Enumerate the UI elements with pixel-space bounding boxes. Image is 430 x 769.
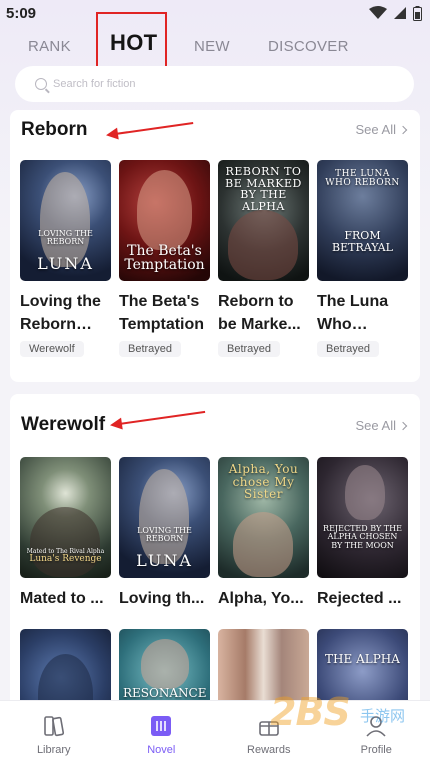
nav-label: Novel <box>147 744 176 756</box>
cover-text: Luna's Revenge <box>29 553 102 564</box>
see-all-button[interactable]: See All <box>355 122 408 137</box>
cover-text: LUNA <box>37 254 94 274</box>
book-cover <box>20 629 111 700</box>
book-row: RESONANCE THE ALPHA <box>20 629 408 700</box>
search-input[interactable]: Search for fiction <box>15 66 414 102</box>
cover-text: The Beta's Temptation <box>124 242 205 274</box>
cover-top-text: LOVING THE REBORN <box>137 526 192 544</box>
cover-top-text: LOVING THE REBORN <box>38 229 93 247</box>
watermark-logo: 2BS <box>270 690 351 734</box>
cover-text: LUNA <box>136 551 193 571</box>
nav-library[interactable]: Library <box>0 701 108 769</box>
library-icon <box>43 716 64 737</box>
cover-top-text: REBORN TO BE MARKED BY THE ALPHA <box>225 165 302 213</box>
section-title: Werewolf <box>21 414 106 435</box>
book-title: Alpha, Yo... <box>218 590 304 607</box>
nav-label: Profile <box>360 744 392 756</box>
tab-new[interactable]: NEW <box>194 38 230 55</box>
search-placeholder: Search for fiction <box>53 78 136 90</box>
battery-icon <box>413 5 422 21</box>
book-cover: RESONANCE <box>119 629 210 700</box>
cover-top-text: THE LUNA WHO REBORN <box>325 169 400 189</box>
book-cover: REBORN TO BE MARKED BY THE ALPHA <box>218 160 309 281</box>
novel-icon <box>151 716 172 736</box>
see-all-label: See All <box>355 122 396 137</box>
section-reborn: Reborn See All LOVING THE REBORN LUNA Lo… <box>10 110 420 382</box>
book-title: The Beta's Temptation <box>119 293 205 333</box>
section-werewolf: Werewolf See All Mated to The Rival Alph… <box>10 394 420 700</box>
book-cover: The Beta's Temptation <box>119 160 210 281</box>
book-cover: LOVING THE REBORN LUNA <box>20 160 111 281</box>
tab-discover[interactable]: DISCOVER <box>268 38 349 55</box>
book-card[interactable]: Alpha, You chose My Sister Alpha, Yo... <box>218 457 309 610</box>
tab-rank[interactable]: RANK <box>28 38 71 55</box>
book-card[interactable]: Mated to The Rival Alpha Luna's Revenge … <box>20 457 111 610</box>
status-time: 5:09 <box>6 4 37 22</box>
book-card[interactable]: The Beta's Temptation The Beta's Temptat… <box>119 160 210 357</box>
cover-text: FROM BETRAYAL <box>332 229 393 254</box>
cover-text: REJECTED BY THE ALPHA CHOSEN BY THE MOON <box>323 524 402 550</box>
book-cover: REJECTED BY THE ALPHA CHOSEN BY THE MOON <box>317 457 408 578</box>
book-title: Rejected ... <box>317 590 402 607</box>
book-card[interactable] <box>20 629 111 700</box>
top-tabs: RANK HOT NEW DISCOVER <box>0 26 430 78</box>
book-cover: Mated to The Rival Alpha Luna's Revenge <box>20 457 111 578</box>
nav-label: Rewards <box>247 744 291 756</box>
content-scroll[interactable]: Reborn See All LOVING THE REBORN LUNA Lo… <box>0 110 430 700</box>
book-row: Mated to The Rival Alpha Luna's Revenge … <box>20 457 408 610</box>
book-title: Loving th... <box>119 590 205 607</box>
nav-label: Library <box>36 744 71 756</box>
book-title: The Luna Who Rebo... <box>317 293 389 333</box>
wifi-icon <box>369 6 387 19</box>
cover-text: THE ALPHA <box>325 652 400 666</box>
nav-novel[interactable]: Novel <box>108 701 216 769</box>
section-title: Reborn <box>21 119 88 140</box>
book-card[interactable]: THE LUNA WHO REBORN FROM BETRAYAL The Lu… <box>317 160 408 357</box>
see-all-label: See All <box>355 418 396 433</box>
book-cover: THE LUNA WHO REBORN FROM BETRAYAL <box>317 160 408 281</box>
genre-tag[interactable]: Betrayed <box>119 341 182 357</box>
book-card[interactable]: REBORN TO BE MARKED BY THE ALPHA Reborn … <box>218 160 309 357</box>
signal-icon <box>394 7 406 19</box>
genre-tag[interactable]: Werewolf <box>20 341 84 357</box>
watermark-text: 手游网 <box>360 708 406 725</box>
book-cover: Alpha, You chose My Sister <box>218 457 309 578</box>
book-title: Mated to ... <box>20 590 104 607</box>
genre-tag[interactable]: Betrayed <box>317 341 380 357</box>
chevron-right-icon <box>398 125 408 134</box>
book-card[interactable]: RESONANCE <box>119 629 210 700</box>
book-title: Reborn to be Marke... <box>218 293 301 333</box>
search-icon <box>35 78 47 90</box>
book-card[interactable]: LOVING THE REBORN LUNA Loving the Reborn… <box>20 160 111 357</box>
cover-text: RESONANCE <box>123 686 207 700</box>
status-icons <box>369 5 422 21</box>
status-bar: 5:09 <box>0 0 430 26</box>
book-title: Loving the Reborn Lu... <box>20 293 101 333</box>
book-cover: LOVING THE REBORN LUNA <box>119 457 210 578</box>
genre-tag[interactable]: Betrayed <box>218 341 281 357</box>
cover-top-text: Alpha, You chose My Sister <box>228 462 299 502</box>
chevron-right-icon <box>398 421 408 430</box>
book-card[interactable]: REJECTED BY THE ALPHA CHOSEN BY THE MOON… <box>317 457 408 610</box>
see-all-button[interactable]: See All <box>355 418 408 433</box>
book-card[interactable]: LOVING THE REBORN LUNA Loving th... <box>119 457 210 610</box>
book-row: LOVING THE REBORN LUNA Loving the Reborn… <box>20 160 408 357</box>
